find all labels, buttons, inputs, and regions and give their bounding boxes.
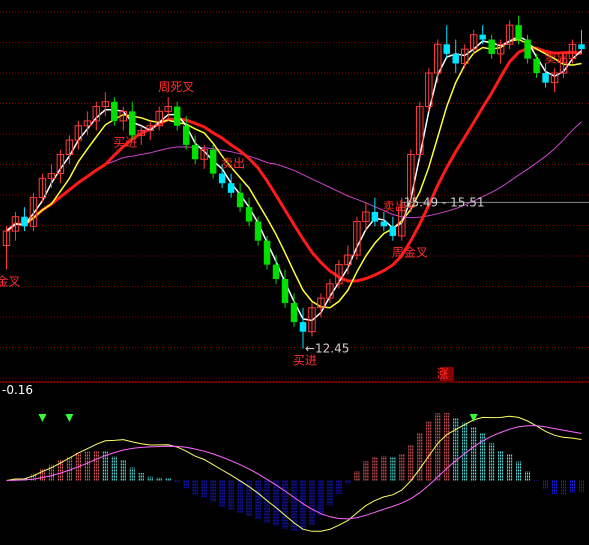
candle-body-down <box>515 25 522 40</box>
candle-body-down <box>245 207 253 222</box>
signal-label-weekly-golden-cross: 周金叉 <box>392 245 428 260</box>
candle-body-down <box>380 221 388 227</box>
candle-body-down <box>524 39 531 59</box>
price-callout-label: ←12.45 <box>305 341 349 355</box>
candle-body-down <box>299 322 307 332</box>
candle-body-down <box>290 302 298 323</box>
candle-body-down <box>263 240 271 265</box>
signal-label-up-marker: 涨 <box>437 366 449 381</box>
candle-body-down <box>533 58 540 74</box>
candle-body-down <box>182 125 190 145</box>
candle-body-down <box>21 216 28 227</box>
candle-body-down <box>443 44 450 54</box>
candle-body-down <box>281 279 289 303</box>
candle-body-down <box>542 73 549 83</box>
candle-body-down <box>578 44 585 50</box>
candle-body-down <box>371 211 379 222</box>
signal-label-buy: 买进 <box>293 353 317 367</box>
signal-label-sell: 卖出 <box>545 51 569 65</box>
signal-label-weekly-dead-cross: 周死叉 <box>158 80 194 94</box>
candle-body-down <box>218 173 226 184</box>
candle-body-down <box>479 34 486 40</box>
signal-label-golden-cross: 金叉 <box>0 273 21 288</box>
candle-body-down <box>254 221 262 241</box>
candle-body-down <box>272 264 280 279</box>
price-callout-label: 15.49 - 15.51 <box>404 195 485 209</box>
candle-body-down <box>129 111 136 136</box>
signal-label-buy: 买进 <box>113 136 137 150</box>
candle-body-down <box>191 144 199 160</box>
macd-value-label: -0.16 <box>2 383 33 397</box>
candle-body-down <box>452 53 459 64</box>
candle-body-down <box>111 101 118 121</box>
candle-body-down <box>236 192 244 208</box>
candle-body-down <box>227 183 235 193</box>
stock-chart[interactable]: 金叉买进周死叉卖出买进周金叉卖出卖出涨←12.4515.49 - 15.51 -… <box>0 0 589 545</box>
signal-label-sell: 卖出 <box>221 157 245 171</box>
candle-body-down <box>389 226 397 236</box>
candle-body-down <box>173 106 181 126</box>
candle-body-down <box>209 149 217 174</box>
candle-body-down <box>488 39 495 54</box>
